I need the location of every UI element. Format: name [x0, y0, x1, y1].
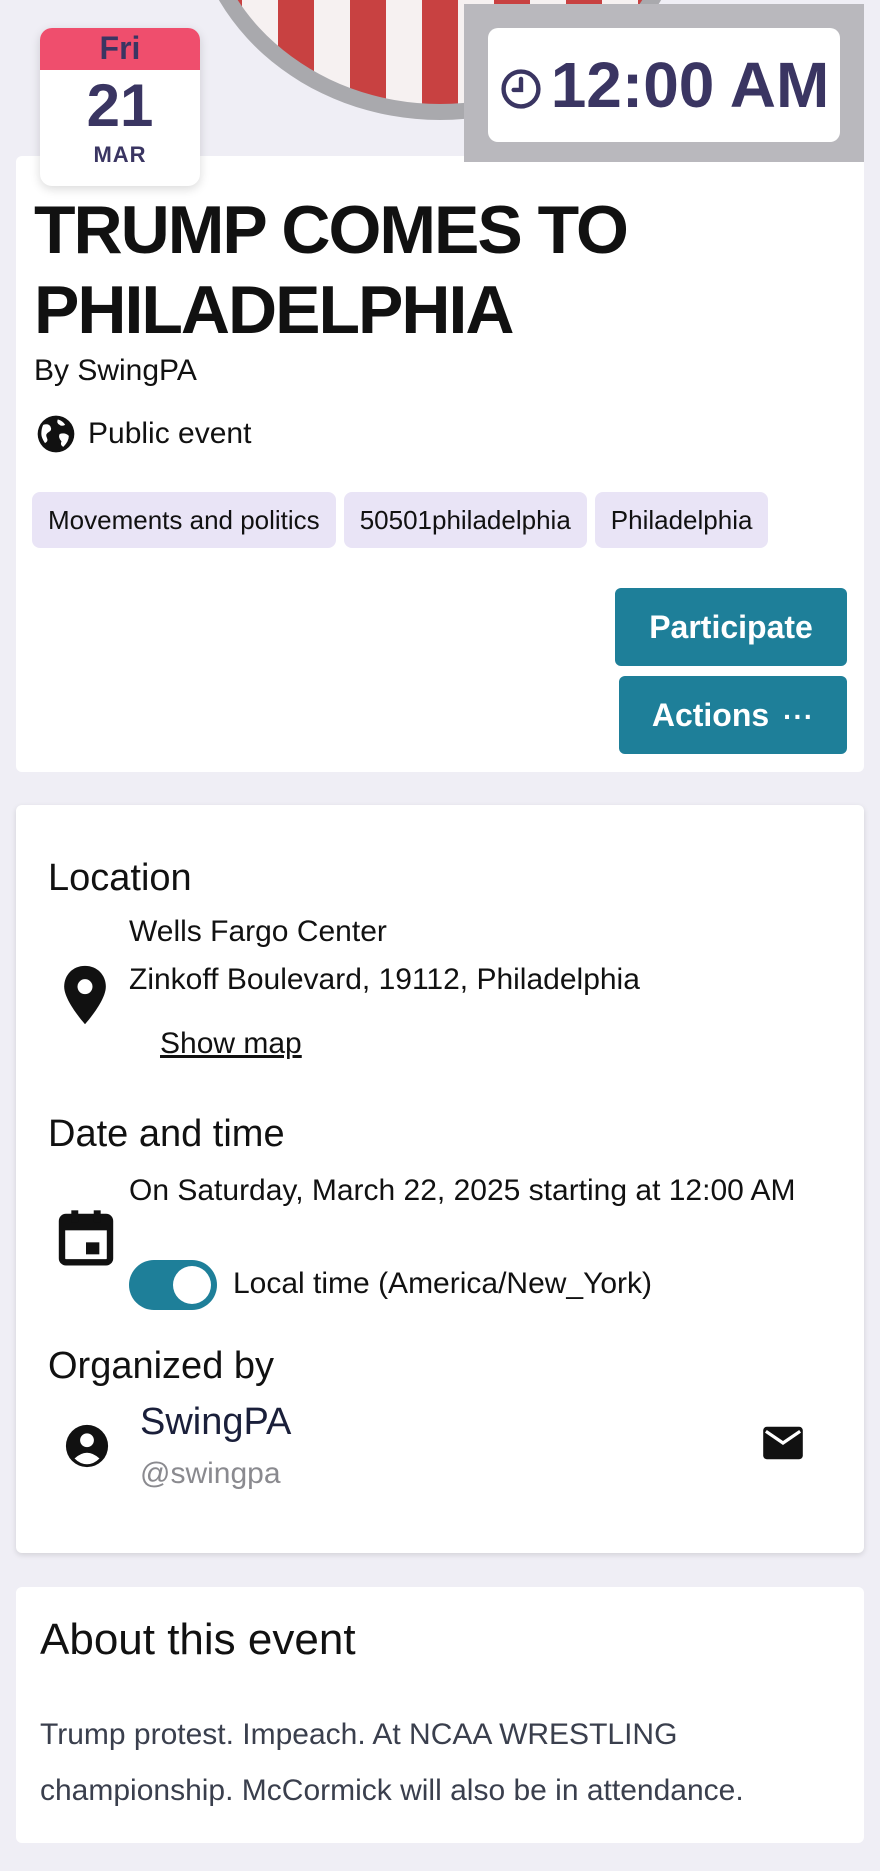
organizer-heading: Organized by: [48, 1345, 275, 1387]
event-title: TRUMP COMES TO PHILADELPHIA: [34, 192, 629, 348]
actions-label: Actions: [651, 697, 770, 733]
date-month: MAR: [93, 142, 147, 167]
event-tags: Movements and politics 50501philadelphia…: [32, 492, 769, 548]
timezone-label: Local time (America/New_York): [233, 1267, 653, 1300]
show-map-link[interactable]: Show map: [160, 1027, 302, 1061]
map-pin-icon: [64, 965, 106, 1025]
time-badge: 12:00 AM: [488, 28, 840, 142]
user-circle-icon: [65, 1424, 109, 1468]
event-details-card: Location Wells Fargo Center Zinkoff Boul…: [16, 805, 864, 1553]
about-heading: About this event: [40, 1615, 356, 1664]
about-card: About this event Trump protest. Impeach.…: [16, 1587, 864, 1843]
about-description: Trump protest. Impeach. At NCAA WRESTLIN…: [40, 1718, 744, 1807]
actions-button[interactable]: Actions ···: [619, 676, 847, 754]
visibility-label: Public event: [88, 417, 252, 450]
datetime-text: On Saturday, March 22, 2025 starting at …: [129, 1174, 796, 1207]
event-byline: By SwingPA: [34, 354, 197, 387]
local-time-toggle[interactable]: [129, 1260, 217, 1310]
location-heading: Location: [48, 857, 192, 899]
venue-name: Wells Fargo Center: [129, 915, 387, 948]
venue-address: Zinkoff Boulevard, 19112, Philadelphia: [129, 963, 640, 996]
organizer-name[interactable]: SwingPA: [140, 1401, 291, 1444]
toggle-knob: [173, 1266, 211, 1304]
calendar-icon: [58, 1210, 114, 1266]
tag-chip[interactable]: Movements and politics: [32, 492, 336, 548]
mail-icon[interactable]: [761, 1425, 805, 1461]
time-badge-frame: 12:00 AM: [464, 4, 864, 162]
globe-icon: [37, 415, 75, 453]
event-header-card: TRUMP COMES TO PHILADELPHIA By SwingPA P…: [16, 156, 864, 772]
tag-chip[interactable]: 50501philadelphia: [343, 492, 587, 548]
date-weekday: Fri: [40, 28, 200, 70]
participate-button[interactable]: Participate: [615, 588, 847, 666]
more-dots-icon: ···: [783, 701, 815, 732]
event-visibility: Public event: [34, 412, 251, 456]
organizer-handle: @swingpa: [140, 1457, 281, 1490]
clock-icon: [501, 69, 541, 109]
date-badge: Fri 21 MAR: [40, 28, 200, 186]
date-day: 21: [86, 72, 154, 139]
tag-chip[interactable]: Philadelphia: [594, 492, 769, 548]
datetime-heading: Date and time: [48, 1113, 285, 1155]
start-time: 12:00 AM: [550, 49, 830, 121]
